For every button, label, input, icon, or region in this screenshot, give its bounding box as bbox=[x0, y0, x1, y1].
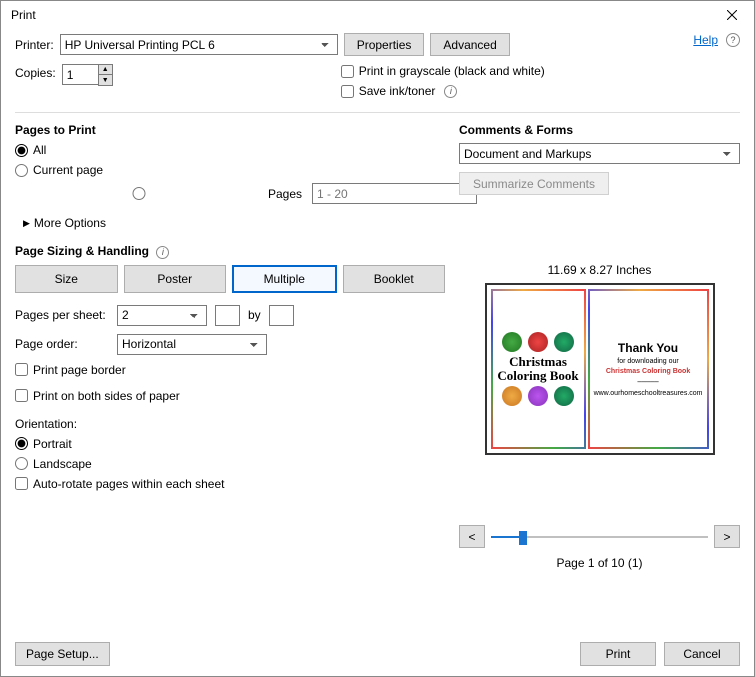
pages-to-print-title: Pages to Print bbox=[15, 123, 445, 137]
page-order-select[interactable]: Horizontal bbox=[117, 334, 267, 355]
info-icon[interactable]: i bbox=[444, 85, 457, 98]
slider-thumb[interactable] bbox=[519, 531, 527, 545]
saveink-checkbox[interactable]: Save ink/toner i bbox=[341, 84, 545, 98]
preview-slider[interactable] bbox=[491, 527, 708, 547]
cancel-button[interactable]: Cancel bbox=[664, 642, 740, 666]
pps-label: Pages per sheet: bbox=[15, 308, 109, 322]
help-icon[interactable]: ? bbox=[726, 33, 740, 47]
close-icon bbox=[727, 10, 737, 20]
preview-dimensions: 11.69 x 8.27 Inches bbox=[459, 263, 740, 277]
radio-all[interactable]: All bbox=[15, 143, 445, 157]
info-icon[interactable]: i bbox=[156, 246, 169, 259]
tab-poster[interactable]: Poster bbox=[124, 265, 227, 293]
pps-by-label: by bbox=[248, 308, 261, 322]
copies-down[interactable]: ▼ bbox=[99, 75, 112, 85]
copies-up[interactable]: ▲ bbox=[99, 65, 112, 75]
preview-box: Christmas Coloring Book Thank You for do… bbox=[485, 283, 715, 455]
pages-range-input[interactable] bbox=[312, 183, 477, 204]
copies-label: Copies: bbox=[15, 66, 56, 80]
tab-booklet[interactable]: Booklet bbox=[343, 265, 446, 293]
sizing-title: Page Sizing & Handling i bbox=[15, 244, 445, 259]
window-title: Print bbox=[11, 8, 36, 22]
print-button[interactable]: Print bbox=[580, 642, 656, 666]
more-options-toggle[interactable]: ▶ More Options bbox=[23, 216, 445, 230]
copies-input[interactable] bbox=[62, 64, 98, 85]
comments-title: Comments & Forms bbox=[459, 123, 740, 137]
grayscale-checkbox[interactable]: Print in grayscale (black and white) bbox=[341, 64, 545, 78]
tab-size[interactable]: Size bbox=[15, 265, 118, 293]
autorotate-checkbox[interactable]: Auto-rotate pages within each sheet bbox=[15, 477, 445, 491]
radio-current[interactable]: Current page bbox=[15, 163, 445, 177]
radio-portrait[interactable]: Portrait bbox=[15, 437, 445, 451]
close-button[interactable] bbox=[716, 3, 748, 27]
page-order-label: Page order: bbox=[15, 337, 109, 351]
print-border-checkbox[interactable]: Print page border bbox=[15, 363, 445, 377]
preview-next-button[interactable]: > bbox=[714, 525, 740, 548]
properties-button[interactable]: Properties bbox=[344, 33, 425, 56]
preview-prev-button[interactable]: < bbox=[459, 525, 485, 548]
printer-select[interactable]: HP Universal Printing PCL 6 bbox=[60, 34, 338, 55]
preview-page-left: Christmas Coloring Book bbox=[491, 289, 586, 449]
radio-pages[interactable]: Pages bbox=[15, 187, 302, 201]
printer-label: Printer: bbox=[15, 38, 54, 52]
pps-custom-w[interactable] bbox=[215, 305, 240, 326]
orientation-title: Orientation: bbox=[15, 417, 445, 431]
tab-multiple[interactable]: Multiple bbox=[232, 265, 337, 293]
pps-custom-h[interactable] bbox=[269, 305, 294, 326]
preview-page-right: Thank You for downloading our Christmas … bbox=[588, 289, 709, 449]
help-link[interactable]: Help bbox=[693, 33, 718, 47]
comments-select[interactable]: Document and Markups bbox=[459, 143, 740, 164]
chevron-right-icon: ▶ bbox=[23, 218, 30, 229]
page-indicator: Page 1 of 10 (1) bbox=[459, 556, 740, 570]
pps-select[interactable]: 2 bbox=[117, 305, 207, 326]
summarize-button: Summarize Comments bbox=[459, 172, 609, 195]
copies-spinner[interactable]: ▲ ▼ bbox=[62, 64, 113, 86]
advanced-button[interactable]: Advanced bbox=[430, 33, 509, 56]
page-setup-button[interactable]: Page Setup... bbox=[15, 642, 110, 666]
radio-landscape[interactable]: Landscape bbox=[15, 457, 445, 471]
both-sides-checkbox[interactable]: Print on both sides of paper bbox=[15, 389, 445, 403]
